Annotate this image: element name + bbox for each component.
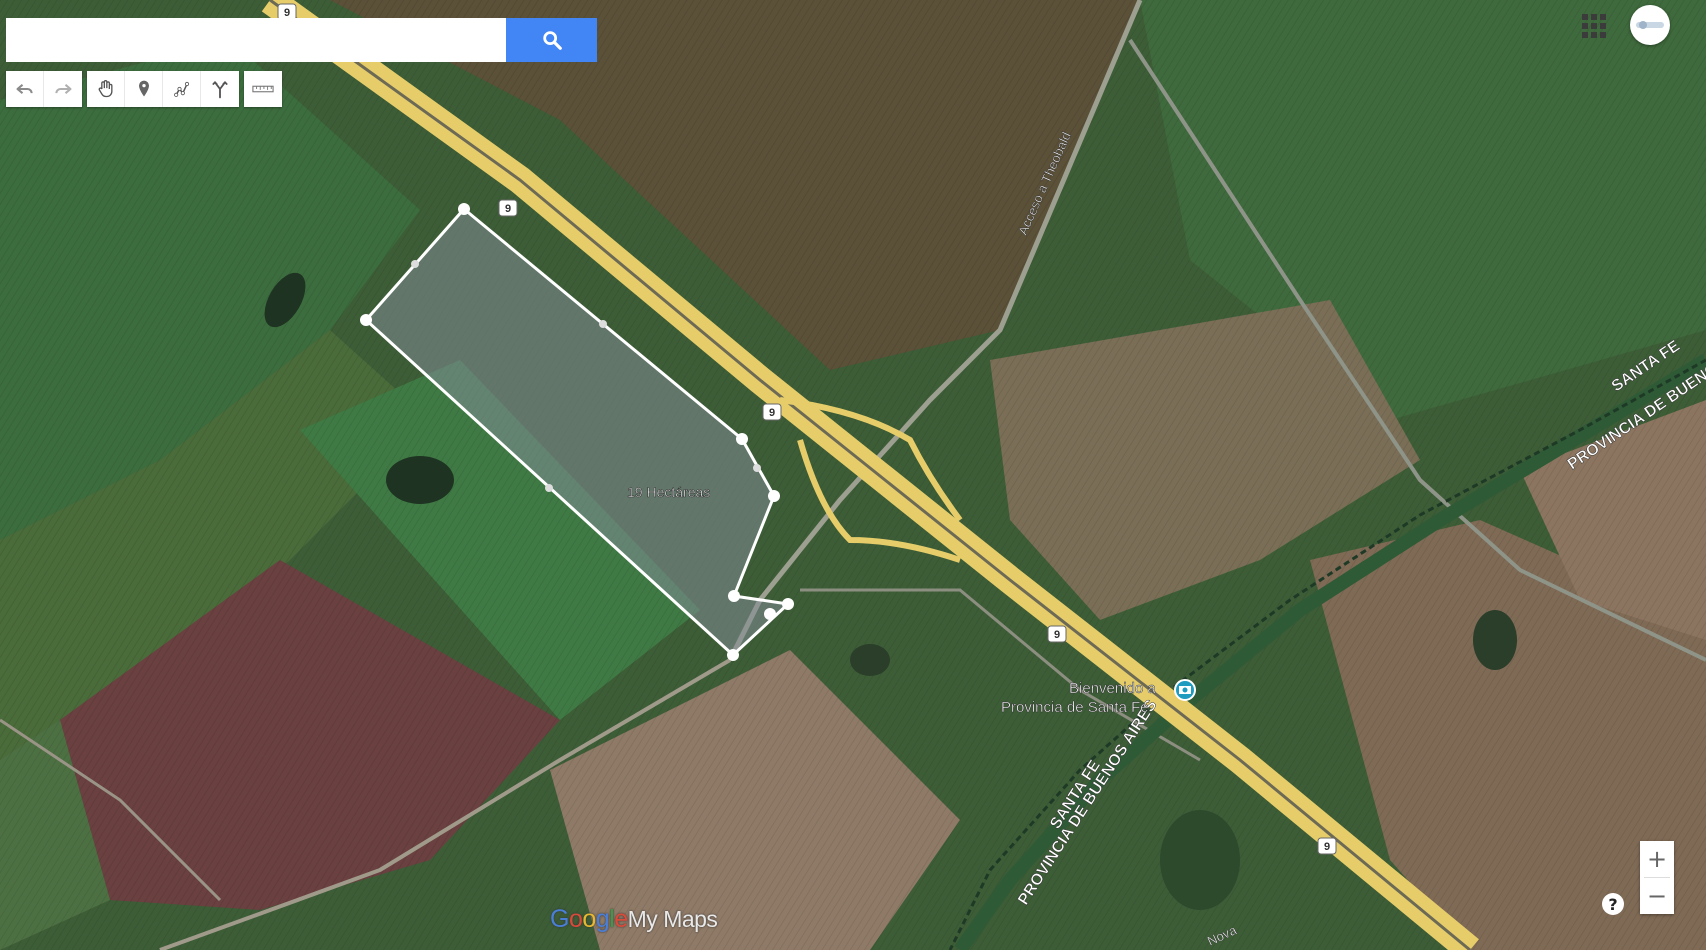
draw-line-button[interactable] [163,71,201,107]
tree-clump [1473,610,1517,670]
welcome-label-line2: Provincia de Santa Fe [1001,699,1149,716]
logo-letter: G [550,905,569,933]
marker-icon [138,80,149,97]
route-shield-number: 9 [1054,629,1060,641]
welcome-label-line1: Bienvenido a [1069,680,1156,697]
google-my-maps-logo: GoogleMy Maps [550,905,718,934]
history-group [6,71,82,107]
logo-letter: g [595,905,610,933]
satellite-map[interactable]: 19 Hectáreas Acceso a Theobald SANTA FE … [0,0,1706,950]
undo-icon [15,84,33,94]
route-shield-number: 9 [769,407,775,419]
logo-letter: o [582,905,596,933]
add-marker-button[interactable] [125,71,163,107]
field-texture [0,0,1706,950]
logo-text: My Maps [627,906,718,932]
zoom-in-button[interactable]: + [1640,841,1674,877]
account-avatar[interactable] [1630,5,1670,45]
apps-grid-icon[interactable] [1582,14,1606,38]
search-button[interactable] [506,18,597,62]
directions-icon [212,81,228,99]
hand-icon [98,80,112,98]
logo-letter: e [614,905,628,933]
polygon-area-label: 19 Hectáreas [627,484,710,500]
avatar-icon [1636,21,1664,29]
help-button[interactable]: ? [1602,893,1624,915]
search-input[interactable] [6,18,506,62]
redo-icon [55,84,72,94]
route-shield-number: 9 [505,203,511,215]
route-shield-number: 9 [1324,841,1330,853]
ruler-icon [252,85,274,93]
map-toolbar [6,71,282,107]
search-icon [542,31,562,50]
redo-button[interactable] [44,71,82,107]
route-shield: 9 [1047,625,1067,643]
search-bar [6,18,597,62]
logo-letter: o [568,905,583,933]
measure-group [244,71,282,107]
camera-poi-icon[interactable] [1174,679,1196,701]
measure-button[interactable] [244,71,282,107]
zoom-control: + − [1640,841,1674,914]
tree-clump [1160,810,1240,910]
tree-clump [386,456,454,504]
draw-line-icon [173,81,189,97]
undo-button[interactable] [6,71,44,107]
zoom-out-button[interactable]: − [1640,878,1674,914]
tools-group [87,71,239,107]
route-shield: 9 [1317,837,1337,855]
route-shield: 9 [498,199,518,217]
tree-clump [850,644,890,676]
select-hand-button[interactable] [87,71,125,107]
route-shield: 9 [762,403,782,421]
add-directions-button[interactable] [201,71,239,107]
